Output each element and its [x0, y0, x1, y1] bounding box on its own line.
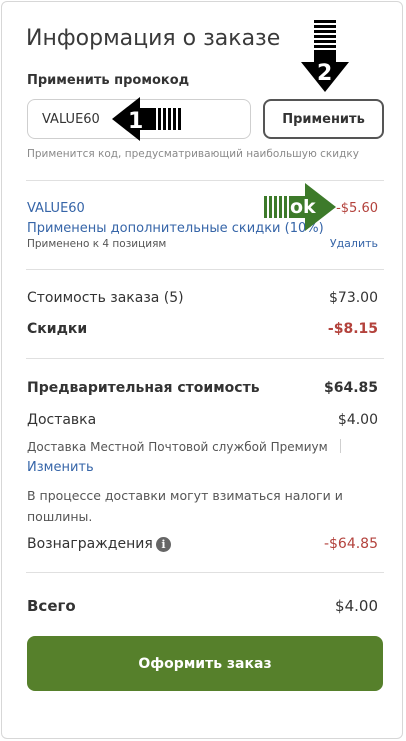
- annotation-overlay: 1 2 ok: [112, 20, 349, 231]
- step-1-label: 1: [128, 109, 143, 134]
- step-1-arrow-icon: 1: [112, 97, 181, 141]
- step-2-label: 2: [317, 61, 332, 86]
- step-2-arrow-icon: 2: [301, 20, 349, 92]
- ok-label: ok: [290, 196, 316, 218]
- ok-arrow-icon: ok: [264, 183, 336, 231]
